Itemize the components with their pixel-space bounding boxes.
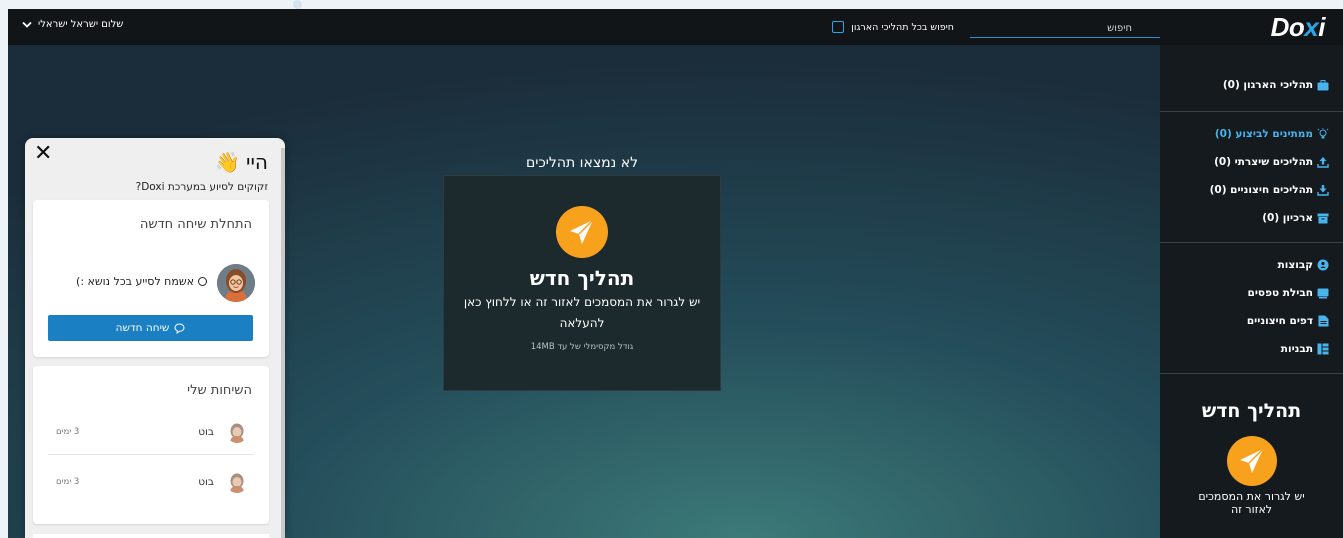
forms-package-icon xyxy=(1317,287,1329,299)
close-icon[interactable]: ✕ xyxy=(34,143,52,165)
conversation-name: בוט xyxy=(198,426,214,438)
conversation-item[interactable]: בוט 3 ימים xyxy=(48,414,254,450)
sidebar-item-label: חבילת טפסים xyxy=(1247,287,1313,299)
dropzone-title: תהליך חדש xyxy=(529,266,635,290)
dropzone-instructions: יש לגרור את המסמכים לאזור זה או ללחוץ כא… xyxy=(463,295,701,330)
sidebar-item-templates[interactable]: תבניות xyxy=(1160,335,1343,363)
new-conversation-title: התחלת שיחה חדשה xyxy=(139,217,252,232)
sidebar-item-pending[interactable]: ממתינים לביצוע (0) xyxy=(1160,120,1343,148)
support-chat-panel: ✕ היי 👋 זקוקים לסיוע במערכת Doxi? התחלת … xyxy=(25,138,285,538)
search-input[interactable] xyxy=(970,18,1160,39)
groups-icon xyxy=(1317,259,1329,271)
conversation-name: בוט xyxy=(198,476,214,488)
background-decoration xyxy=(293,0,302,9)
my-conversations-title: השיחות שלי xyxy=(187,383,252,398)
search-all-checkbox[interactable] xyxy=(832,21,845,33)
agent-tagline: אשמח לסייע בכל נושא :) xyxy=(76,275,207,288)
sidebar-item-label: דפים חיצוניים xyxy=(1246,315,1313,327)
chevron-down-icon xyxy=(22,21,32,28)
clock-icon xyxy=(198,277,207,286)
templates-icon xyxy=(1317,343,1329,355)
sidebar-item-label: קבוצות xyxy=(1277,259,1313,271)
upload-icon xyxy=(1317,156,1329,168)
chat-bubble-icon xyxy=(174,322,185,334)
sidebar: תהליכי הארגון (0) ממתינים לביצוע (0) תהל… xyxy=(1160,45,1343,538)
chat-subtitle: זקוקים לסיוע במערכת Doxi? xyxy=(135,181,268,193)
new-process-icon xyxy=(556,206,608,258)
sidebar-item-created-by-me[interactable]: תהליכים שיצרתי (0) xyxy=(1160,148,1343,176)
search-all-toggle[interactable]: חיפוש בכל תהליכי הארגון xyxy=(804,19,954,35)
external-pages-icon xyxy=(1317,315,1329,327)
sidebar-divider xyxy=(1160,373,1343,374)
new-process-dropzone[interactable]: תהליך חדש יש לגרור את המסמכים לאזור זה א… xyxy=(443,175,721,391)
download-icon xyxy=(1317,184,1329,196)
empty-processes-message: לא נמצאו תהליכים xyxy=(525,155,639,171)
bot-avatar xyxy=(226,421,248,443)
sidebar-item-label: תהליכים חיצוניים (0) xyxy=(1209,184,1313,196)
sidebar-divider xyxy=(1160,111,1343,112)
chat-greeting: היי 👋 xyxy=(215,150,268,174)
sidebar-item-label: ארכיון (0) xyxy=(1262,212,1313,224)
sidebar-new-process-text: יש לגרור את המסמכים לאזור זה xyxy=(1198,490,1305,516)
archive-icon xyxy=(1317,212,1329,224)
conversation-divider xyxy=(48,454,254,455)
dropzone-max-size: גודל מקסימלי של עד 14MB xyxy=(530,342,634,352)
lightbulb-icon xyxy=(1317,128,1329,140)
wave-icon: 👋 xyxy=(215,150,240,174)
sidebar-item-forms-package[interactable]: חבילת טפסים xyxy=(1160,279,1343,307)
briefcase-icon xyxy=(1317,79,1329,91)
sidebar-item-label: תבניות xyxy=(1280,343,1313,355)
paper-plane-icon xyxy=(1239,448,1264,473)
new-chat-button[interactable]: שיחה חדשה xyxy=(48,315,253,341)
my-conversations-card: השיחות שלי בוט 3 ימים בוט 3 ימים xyxy=(33,366,269,524)
search-all-label: חיפוש בכל תהליכי הארגון xyxy=(851,21,954,33)
chat-footer xyxy=(33,534,269,538)
sidebar-item-external-pages[interactable]: דפים חיצוניים xyxy=(1160,307,1343,335)
sidebar-item-label: תהליכים שיצרתי (0) xyxy=(1214,156,1313,168)
doxi-logo[interactable]: Doxi xyxy=(1271,12,1326,43)
sidebar-divider xyxy=(1160,242,1343,243)
new-conversation-card: התחלת שיחה חדשה אשמח לסייע בכל נושא :) ש… xyxy=(33,200,269,357)
sidebar-item-label: ממתינים לביצוע (0) xyxy=(1214,128,1313,140)
sidebar-item-archive[interactable]: ארכיון (0) xyxy=(1160,204,1343,232)
chat-scrollbar[interactable] xyxy=(281,148,285,538)
sidebar-new-process-button[interactable] xyxy=(1226,436,1277,486)
user-greeting: שלום ישראל ישראלי xyxy=(38,19,124,30)
sidebar-item-org-processes[interactable]: תהליכי הארגון (0) xyxy=(1160,71,1343,99)
sidebar-item-label: תהליכי הארגון (0) xyxy=(1222,79,1313,91)
conversation-time: 3 ימים xyxy=(56,477,80,487)
app-window: Doxi חיפוש בכל תהליכי הארגון שלום ישראל … xyxy=(8,9,1343,538)
paper-plane-icon xyxy=(570,219,594,244)
sidebar-item-groups[interactable]: קבוצות xyxy=(1160,251,1343,279)
user-menu[interactable]: שלום ישראל ישראלי xyxy=(22,19,123,30)
search-box xyxy=(970,16,1160,39)
conversation-item[interactable]: בוט 3 ימים xyxy=(48,464,254,500)
agent-avatar xyxy=(217,264,255,302)
conversation-time: 3 ימים xyxy=(56,427,80,437)
sidebar-item-external-processes[interactable]: תהליכים חיצוניים (0) xyxy=(1160,176,1343,204)
bot-avatar xyxy=(226,471,248,493)
top-bar: Doxi חיפוש בכל תהליכי הארגון שלום ישראל … xyxy=(8,9,1343,45)
sidebar-new-process-title: תהליך חדש xyxy=(1201,400,1302,422)
